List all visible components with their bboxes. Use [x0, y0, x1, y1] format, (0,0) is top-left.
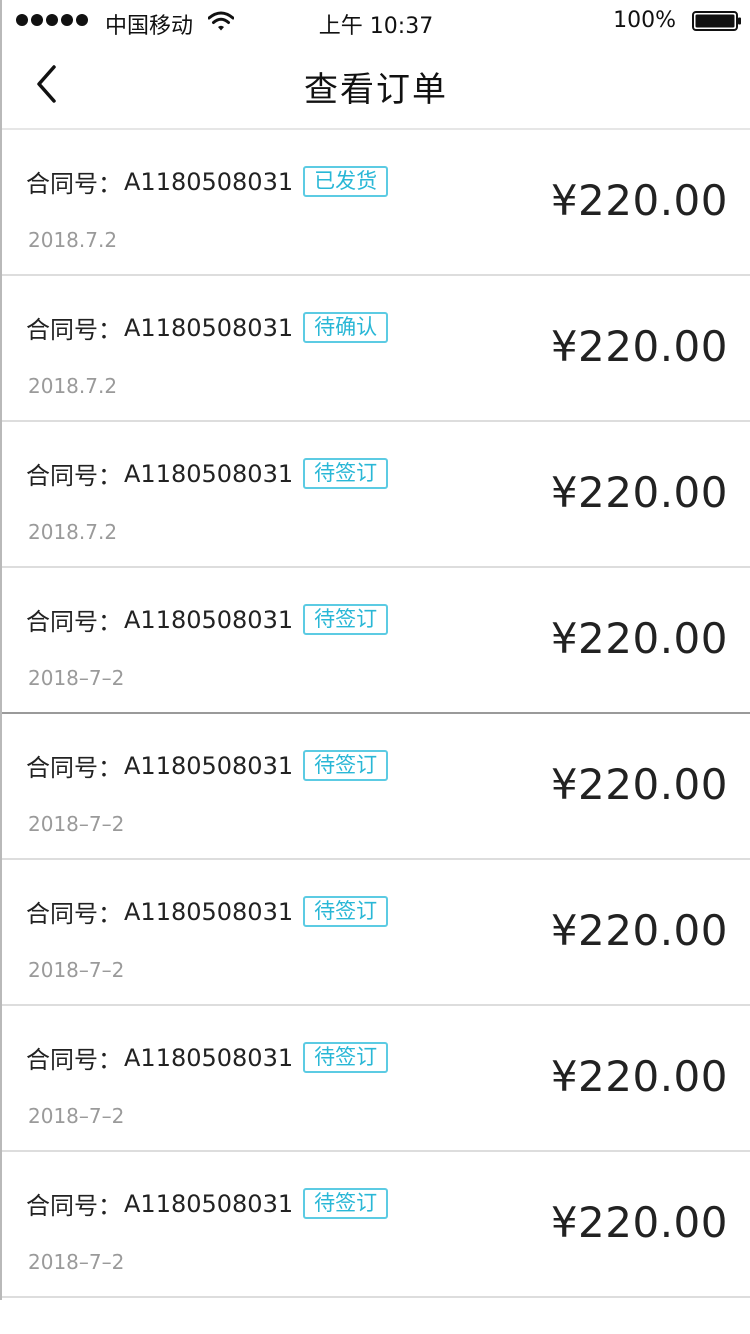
contract-number: A1180508031 [124, 897, 294, 926]
order-item[interactable]: 合同号： A1180508031 待签订 2018–7–2 ¥220.00 [2, 714, 750, 860]
status-bar: 中国移动 上午 10:37 100% [2, 0, 750, 40]
contract-label: 合同号： [26, 1192, 122, 1220]
page-title: 查看订单 [304, 70, 448, 110]
contract-info: 合同号： A1180508031 待签订 [26, 456, 389, 491]
contract-label: 合同号： [26, 462, 122, 490]
order-price: ¥220.00 [550, 322, 728, 371]
order-date: 2018–7–2 [28, 1104, 125, 1128]
contract-label: 合同号： [26, 1046, 122, 1074]
contract-number: A1180508031 [124, 459, 294, 488]
contract-number: A1180508031 [124, 167, 294, 196]
order-price: ¥220.00 [550, 1198, 728, 1247]
order-item[interactable]: 合同号： A1180508031 待确认 2018.7.2 ¥220.00 [2, 276, 750, 422]
order-date: 2018–7–2 [28, 1250, 125, 1274]
contract-info: 合同号： A1180508031 待签订 [26, 1040, 389, 1075]
contract-info: 合同号： A1180508031 待签订 [26, 602, 389, 637]
contract-label: 合同号： [26, 170, 122, 198]
contract-number: A1180508031 [124, 313, 294, 342]
battery-percentage: 100% [613, 8, 676, 33]
contract-label: 合同号： [26, 608, 122, 636]
order-price: ¥220.00 [550, 760, 728, 809]
order-price: ¥220.00 [550, 1052, 728, 1101]
status-badge: 待确认 [303, 312, 389, 343]
status-badge: 已发货 [303, 166, 389, 197]
order-item[interactable]: 合同号： A1180508031 待签订 2018–7–2 ¥220.00 [2, 1006, 750, 1152]
order-price: ¥220.00 [550, 614, 728, 663]
contract-number: A1180508031 [124, 751, 294, 780]
battery-icon [692, 11, 741, 31]
contract-number: A1180508031 [124, 605, 294, 634]
order-item[interactable]: 合同号： A1180508031 已发货 2018.7.2 ¥220.00 [2, 130, 750, 276]
status-badge: 待签订 [303, 750, 389, 781]
order-item[interactable]: 合同号： A1180508031 待签订 2018.7.2 ¥220.00 [2, 422, 750, 568]
contract-number: A1180508031 [124, 1043, 294, 1072]
order-item[interactable]: 合同号： A1180508031 待签订 2018–7–2 ¥220.00 [2, 860, 750, 1006]
order-item[interactable]: 合同号： A1180508031 待签订 2018–7–2 ¥220.00 [2, 1152, 750, 1298]
order-item[interactable]: 合同号： A1180508031 待签订 2018–7–2 ¥220.00 [2, 568, 750, 714]
order-date: 2018.7.2 [28, 374, 118, 398]
order-price: ¥220.00 [550, 468, 728, 517]
contract-info: 合同号： A1180508031 待签订 [26, 748, 389, 783]
order-price: ¥220.00 [550, 906, 728, 955]
status-badge: 待签订 [303, 604, 389, 635]
status-badge: 待签订 [303, 896, 389, 927]
order-date: 2018–7–2 [28, 812, 125, 836]
order-date: 2018.7.2 [28, 520, 118, 544]
contract-label: 合同号： [26, 316, 122, 344]
order-date: 2018–7–2 [28, 666, 125, 690]
contract-info: 合同号： A1180508031 待签订 [26, 1186, 389, 1221]
contract-info: 合同号： A1180508031 待签订 [26, 894, 389, 929]
contract-info: 合同号： A1180508031 待确认 [26, 310, 389, 345]
status-badge: 待签订 [303, 458, 389, 489]
order-date: 2018–7–2 [28, 958, 125, 982]
app-screen: 中国移动 上午 10:37 100% 查看订单 合同号： A1180508031… [0, 0, 750, 1300]
status-badge: 待签订 [303, 1042, 389, 1073]
nav-bar: 查看订单 [2, 40, 750, 130]
order-list: 合同号： A1180508031 已发货 2018.7.2 ¥220.00 合同… [2, 130, 750, 1298]
contract-label: 合同号： [26, 754, 122, 782]
contract-label: 合同号： [26, 900, 122, 928]
order-date: 2018.7.2 [28, 228, 118, 252]
order-price: ¥220.00 [550, 176, 728, 225]
contract-info: 合同号： A1180508031 已发货 [26, 164, 389, 199]
contract-number: A1180508031 [124, 1189, 294, 1218]
status-badge: 待签订 [303, 1188, 389, 1219]
